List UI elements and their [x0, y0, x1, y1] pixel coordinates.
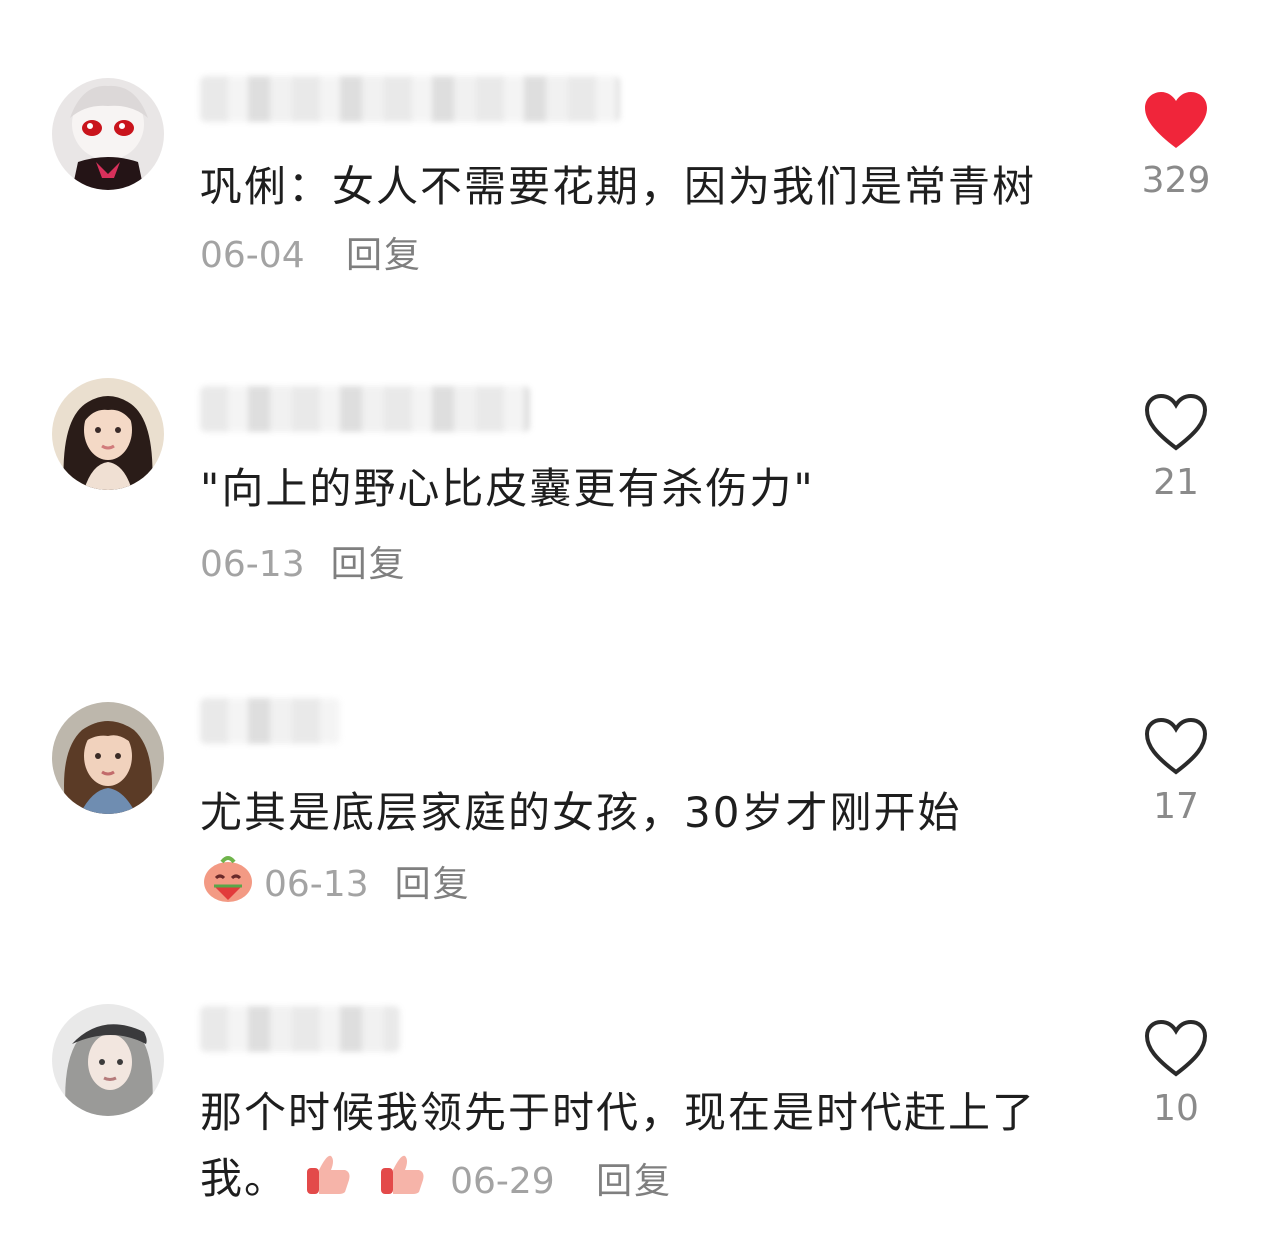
comment-text: "向上的野心比皮囊更有杀伤力" [200, 456, 1060, 522]
thumbs-up-emoji [303, 1149, 353, 1215]
like-count: 10 [1153, 1088, 1199, 1129]
comment-date: 06-04 [200, 235, 305, 276]
watermelon-eating-emoji [200, 852, 256, 918]
comment-body: 巩俐：女人不需要花期，因为我们是常青树 [200, 162, 1037, 211]
comment-date: 06-29 [450, 1161, 555, 1202]
like-button[interactable]: 329 [1140, 90, 1212, 201]
like-button[interactable]: 17 [1140, 716, 1212, 827]
comment-text: 巩俐：女人不需要花期，因为我们是常青树 06-04 回复 [200, 154, 1060, 289]
like-count: 17 [1153, 786, 1199, 827]
comment-date: 06-13 [264, 864, 369, 905]
comment-meta: 06-13 回复 [200, 540, 407, 590]
username-blurred[interactable] [200, 386, 530, 432]
thumbs-up-emoji [377, 1149, 427, 1215]
comment-date: 06-13 [200, 544, 305, 585]
comment-text: 那个时候我领先于时代，现在是时代赶上了我。 06-29 回复 [200, 1080, 1060, 1215]
heart-filled-icon [1145, 92, 1207, 148]
reply-button[interactable]: 回复 [395, 860, 471, 910]
avatar[interactable] [52, 1004, 164, 1116]
comment-body: 尤其是底层家庭的女孩，30岁才刚开始 [200, 788, 962, 837]
like-button[interactable]: 21 [1140, 392, 1212, 503]
heart-outline-icon [1144, 393, 1208, 451]
heart-outline-icon [1144, 717, 1208, 775]
heart-outline-icon [1144, 1019, 1208, 1077]
like-button[interactable]: 10 [1140, 1018, 1212, 1129]
avatar[interactable] [52, 378, 164, 490]
username-blurred[interactable] [200, 1006, 400, 1052]
username-blurred[interactable] [200, 698, 340, 744]
like-count: 329 [1141, 160, 1211, 201]
like-count: 21 [1153, 462, 1199, 503]
avatar[interactable] [52, 78, 164, 190]
reply-button[interactable]: 回复 [331, 540, 407, 590]
comment-meta: 06-13 回复 [200, 852, 471, 918]
reply-button[interactable]: 回复 [346, 235, 422, 276]
comment-text: 尤其是底层家庭的女孩，30岁才刚开始 [200, 780, 1060, 846]
avatar[interactable] [52, 702, 164, 814]
reply-button[interactable]: 回复 [596, 1161, 672, 1202]
comment-body: "向上的野心比皮囊更有杀伤力" [200, 464, 815, 513]
username-blurred[interactable] [200, 76, 620, 122]
